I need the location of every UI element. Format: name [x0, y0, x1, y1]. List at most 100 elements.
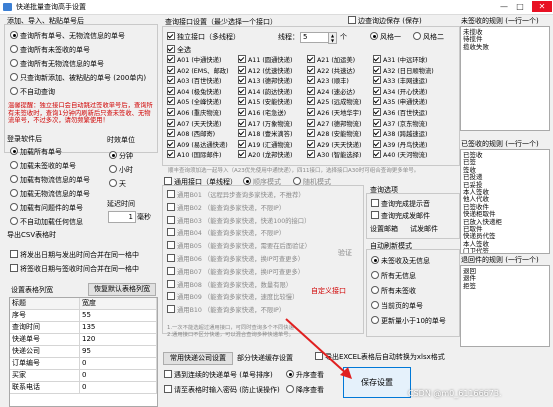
refresh-option-3[interactable]: 所有未签收 [371, 285, 416, 297]
interface-checkbox[interactable]: A08 (西邮寄) [167, 129, 215, 140]
login-option-1[interactable]: 加载所有单号 [10, 146, 62, 158]
refresh-option-1[interactable]: 未签收及无信息 [371, 255, 430, 267]
time-unit-3[interactable]: 天 [109, 178, 126, 190]
table-header-1[interactable]: 标题 [10, 298, 80, 310]
common-interface-item[interactable]: 通用B06 （能查询多家快递，换IP可查更多） [167, 254, 304, 266]
interface-checkbox[interactable]: A24 (速必达) [307, 86, 355, 98]
common-interface-item[interactable]: 通用B01 （远程异步查询多家快递，不推荐） [167, 190, 305, 202]
interface-checkbox[interactable]: A35 (申通快递) [373, 97, 427, 108]
return-rules-textarea[interactable]: 退回 退件 拒签 [460, 265, 550, 347]
table-cell[interactable]: 95 [80, 346, 157, 358]
refresh-option-2[interactable]: 所有无信息 [371, 270, 416, 282]
login-option-2[interactable]: 加载未签收的单号 [10, 160, 76, 172]
interface-checkbox[interactable]: A38 (跨越速运) [373, 129, 427, 140]
common-interface-item[interactable]: 通用B10 （能查询多家快递，不限IP） [167, 305, 285, 317]
continuous-numbers-checkbox[interactable]: 遇到连续的快递单号 (单号排序) [164, 369, 273, 381]
threads-spinner-icon[interactable]: ▲ ▼ [328, 32, 337, 44]
interface-checkbox[interactable]: A30 (智能选择) [307, 150, 361, 161]
password-checkbox[interactable]: 请至表格时输入密码 (防止误操作) [164, 384, 280, 396]
interface-checkbox[interactable]: A14 (韵达快递) [238, 86, 292, 98]
interface-checkbox[interactable]: A10 (国际邮件) [167, 150, 221, 161]
independent-checkbox[interactable] [167, 32, 175, 40]
query-option-1[interactable]: 查询完成提示音 [371, 198, 430, 210]
table-cell[interactable]: 0 [80, 370, 157, 382]
select-all-checkbox[interactable]: 全选 [167, 44, 191, 54]
interface-checkbox[interactable]: A06 (重庆物流) [167, 108, 221, 119]
interface-checkbox[interactable]: A13 (德邦快递) [238, 76, 292, 87]
common-interface-item[interactable]: 通用B07 （能查询多家快递，换IP可查更多） [167, 266, 304, 279]
interface-checkbox[interactable]: A15 (安能快递) [238, 97, 292, 108]
delay-input[interactable]: 1 [108, 211, 136, 223]
refresh-option-4[interactable]: 当前页的单号 [371, 300, 423, 312]
interface-checkbox[interactable]: A02 (EMS、邮政) [167, 65, 229, 77]
signed-rules-textarea[interactable]: 已签收 已签 签收 已投递 已妥投 本人签收 他人代收 已签收件 快递柜取件 已放入快递柜 已取件快… [460, 149, 550, 254]
interface-checkbox[interactable]: A25 (远成物流) [307, 97, 361, 108]
query-option-2[interactable]: 查询完成发邮件 [371, 210, 430, 222]
interface-checkbox[interactable]: A07 (天天快递) [167, 118, 221, 130]
interface-checkbox[interactable]: A31 (中远环球) [373, 55, 427, 66]
interface-checkbox[interactable]: A23 (顺丰) [307, 76, 349, 87]
skip-checkbox[interactable]: 边查询边保存 (保存) [348, 15, 422, 27]
login-option-5[interactable]: 加载有问题件的单号 [10, 202, 83, 214]
interface-checkbox[interactable]: A05 (全峰快递) [167, 97, 221, 108]
interface-checkbox[interactable]: A04 (极兔快递) [167, 86, 221, 98]
interface-checkbox[interactable]: A37 (京东物流) [373, 118, 427, 130]
table-cell[interactable]: 135 [80, 322, 157, 334]
table-cell[interactable]: 120 [80, 334, 157, 346]
verify-link[interactable]: 验证 [338, 248, 352, 258]
style2-radio[interactable]: 风格二 [413, 31, 444, 43]
login-option-3[interactable]: 加载有物流信息的单号 [10, 174, 90, 186]
login-option-4[interactable]: 加载无物流信息的单号 [10, 188, 90, 200]
interface-checkbox[interactable]: A17 (万象物流) [238, 118, 292, 130]
threads-input[interactable]: 5 [300, 32, 330, 43]
table-cell[interactable]: 0 [80, 358, 157, 370]
interface-checkbox[interactable]: A16 (宅急送) [238, 108, 286, 119]
interface-checkbox[interactable]: A12 (优速快递) [238, 65, 292, 77]
add-option-1[interactable]: 查询所有单号、无物流信息的单号 [10, 30, 125, 42]
time-unit-1[interactable]: 分钟 [109, 150, 133, 162]
interface-checkbox[interactable]: A09 (易达通快递) [167, 139, 228, 151]
common-interface-item[interactable]: 通用B02 （能查询多家快递，不限IP） [167, 202, 285, 215]
reset-columns-button[interactable]: 恢复默认表格列宽 [88, 283, 156, 296]
interface-checkbox[interactable]: A20 (龙邦快递) [238, 150, 292, 161]
test-email-link[interactable]: 试发邮件 [410, 224, 438, 234]
interface-checkbox[interactable]: A01 (中通快递) [167, 55, 221, 66]
common-interface-item[interactable]: 通用B08 （能查询多家快递，数量有限） [167, 279, 292, 292]
table-cell[interactable]: 0 [80, 382, 157, 394]
interface-checkbox[interactable]: A18 (壹米滴答) [238, 129, 292, 140]
interface-checkbox[interactable]: A26 (天地华宇) [307, 108, 361, 119]
add-option-5[interactable]: 不自动查询 [10, 86, 55, 98]
minimize-button[interactable]: — [497, 1, 511, 12]
interface-checkbox[interactable]: A34 (开心快递) [373, 86, 427, 98]
common-couriers-button[interactable]: 常用快递公司设置 [163, 352, 233, 365]
table-header-2[interactable]: 宽度 [80, 298, 157, 310]
maximize-button[interactable]: □ [513, 1, 527, 12]
interface-checkbox[interactable]: A27 (德邦物流) [307, 118, 361, 130]
add-option-2[interactable]: 查询所有未签收的单号 [10, 44, 90, 56]
column-width-table[interactable]: 标题 宽度 序号 55 查询时间 135 快递单号 120 快递公司 95 订单编号 0 买家 0 联系电话… [9, 297, 158, 407]
interface-checkbox[interactable]: A29 (天天快递) [307, 139, 361, 151]
interface-checkbox[interactable]: A39 (丹鸟快递) [373, 139, 427, 151]
refresh-option-5[interactable]: 更新量小于10的单号 [371, 315, 446, 327]
common-interface-item[interactable]: 通用B03 （能查询多家快递，快递100的接口） [167, 215, 310, 228]
interface-checkbox[interactable]: A19 (汇通物流) [238, 139, 292, 151]
add-option-3[interactable]: 查询所有无物流信息的单号 [10, 58, 104, 70]
interface-checkbox[interactable]: A28 (安能物流) [307, 129, 361, 140]
common-interface-item[interactable]: 通用B09 （能查询多家快递，速度比较慢） [167, 292, 298, 304]
table-cell[interactable]: 55 [80, 310, 157, 322]
interface-checkbox[interactable]: A36 (百世快运) [373, 108, 427, 119]
style1-radio[interactable]: 风格一 [370, 31, 401, 43]
interface-checkbox[interactable]: A32 (日日顺物流) [373, 65, 434, 77]
export-option-1[interactable]: 将发出日期与发出时间合并在同一格中 [10, 249, 139, 261]
interface-checkbox[interactable]: A22 (共速达) [307, 65, 355, 77]
interface-checkbox[interactable]: A40 (天河物流) [373, 150, 427, 161]
time-unit-2[interactable]: 小时 [109, 164, 133, 176]
interface-checkbox[interactable]: A21 (加运美) [307, 55, 355, 66]
interface-checkbox[interactable]: A33 (丰网速运) [373, 76, 427, 87]
close-button[interactable]: ✕ [532, 1, 552, 12]
add-option-4[interactable]: 只查询新添加、被粘贴的单号 (200单内) [10, 72, 146, 84]
descending-radio[interactable]: 降序查看 [286, 384, 324, 396]
login-option-6[interactable]: 不自动加载任何信息 [10, 216, 83, 228]
custom-interface-link[interactable]: 自定义接口 [311, 286, 346, 296]
common-interface-item[interactable]: 通用B05 （能查询多家快递，需要在后面验证） [167, 241, 311, 253]
